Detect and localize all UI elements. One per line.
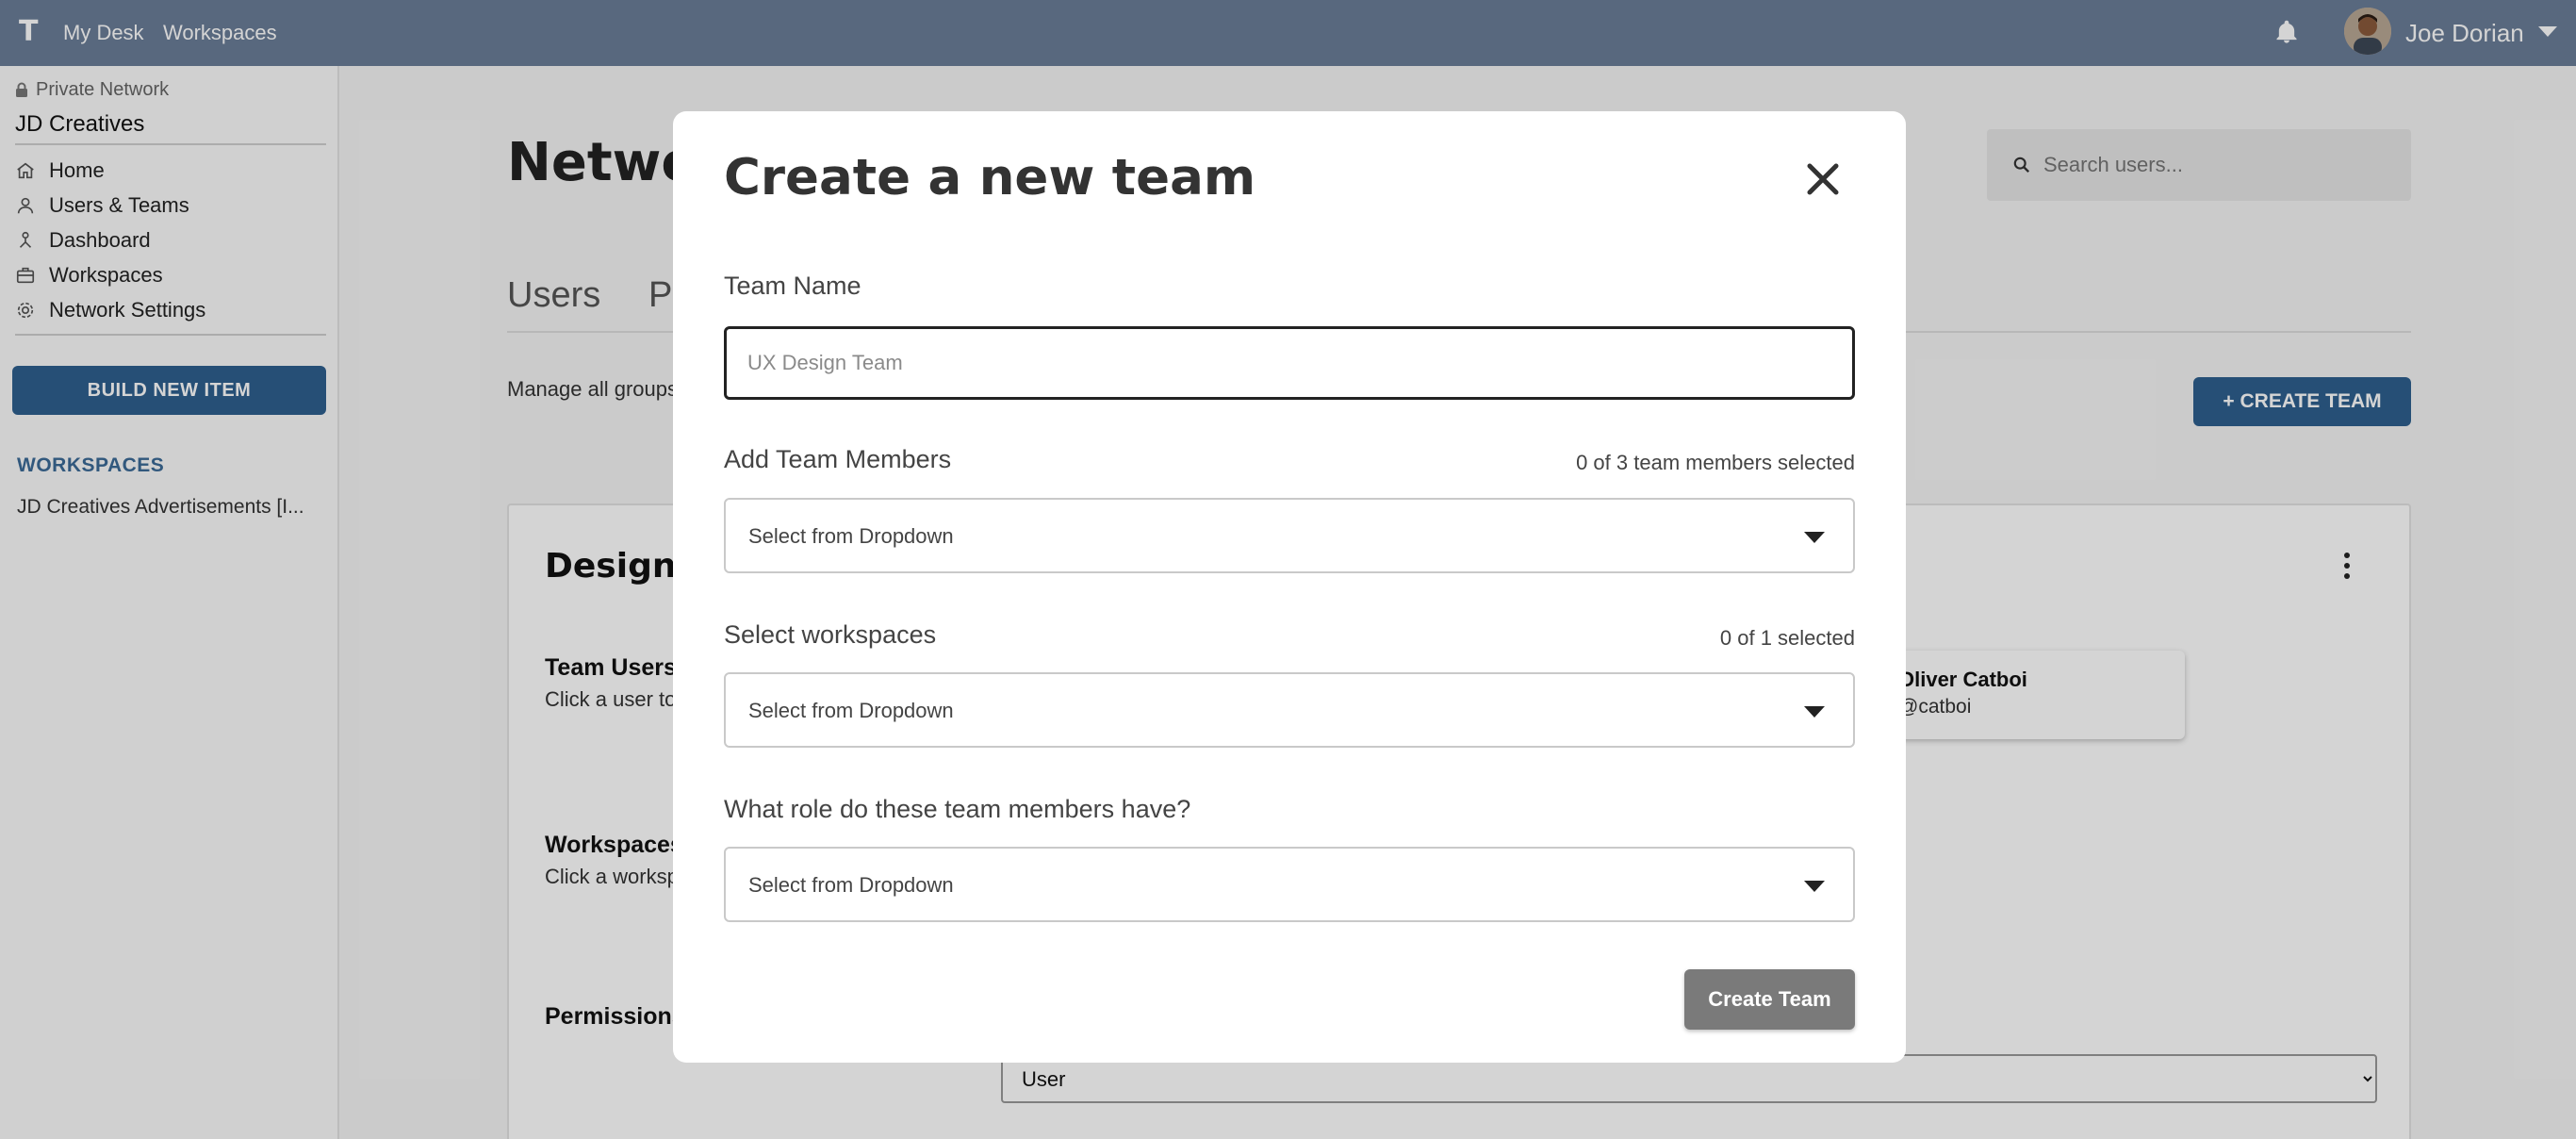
role-label: What role do these team members have? bbox=[724, 795, 1191, 823]
chevron-down-icon bbox=[1804, 532, 1825, 543]
team-name-input[interactable] bbox=[724, 326, 1855, 400]
create-team-submit-button[interactable]: Create Team bbox=[1684, 969, 1855, 1030]
members-dropdown-text: Select from Dropdown bbox=[748, 524, 954, 548]
select-workspaces-label: Select workspaces bbox=[724, 620, 937, 649]
chevron-down-icon bbox=[1804, 706, 1825, 718]
create-team-modal: Create a new team Team Name Add Team Mem… bbox=[673, 111, 1906, 1063]
team-name-label: Team Name bbox=[724, 272, 861, 300]
workspaces-count: 0 of 1 selected bbox=[1719, 626, 1855, 650]
chevron-down-icon bbox=[1804, 881, 1825, 892]
workspaces-dropdown-text: Select from Dropdown bbox=[748, 699, 954, 722]
role-dropdown-text: Select from Dropdown bbox=[748, 873, 954, 897]
add-members-label: Add Team Members bbox=[724, 445, 952, 473]
close-icon[interactable] bbox=[1802, 158, 1844, 200]
role-dropdown[interactable]: Select from Dropdown bbox=[724, 847, 1855, 922]
workspaces-dropdown[interactable]: Select from Dropdown bbox=[724, 672, 1855, 748]
members-dropdown[interactable]: Select from Dropdown bbox=[724, 498, 1855, 573]
members-count: 0 of 3 team members selected bbox=[1576, 451, 1855, 474]
modal-title: Create a new team bbox=[724, 149, 1256, 206]
